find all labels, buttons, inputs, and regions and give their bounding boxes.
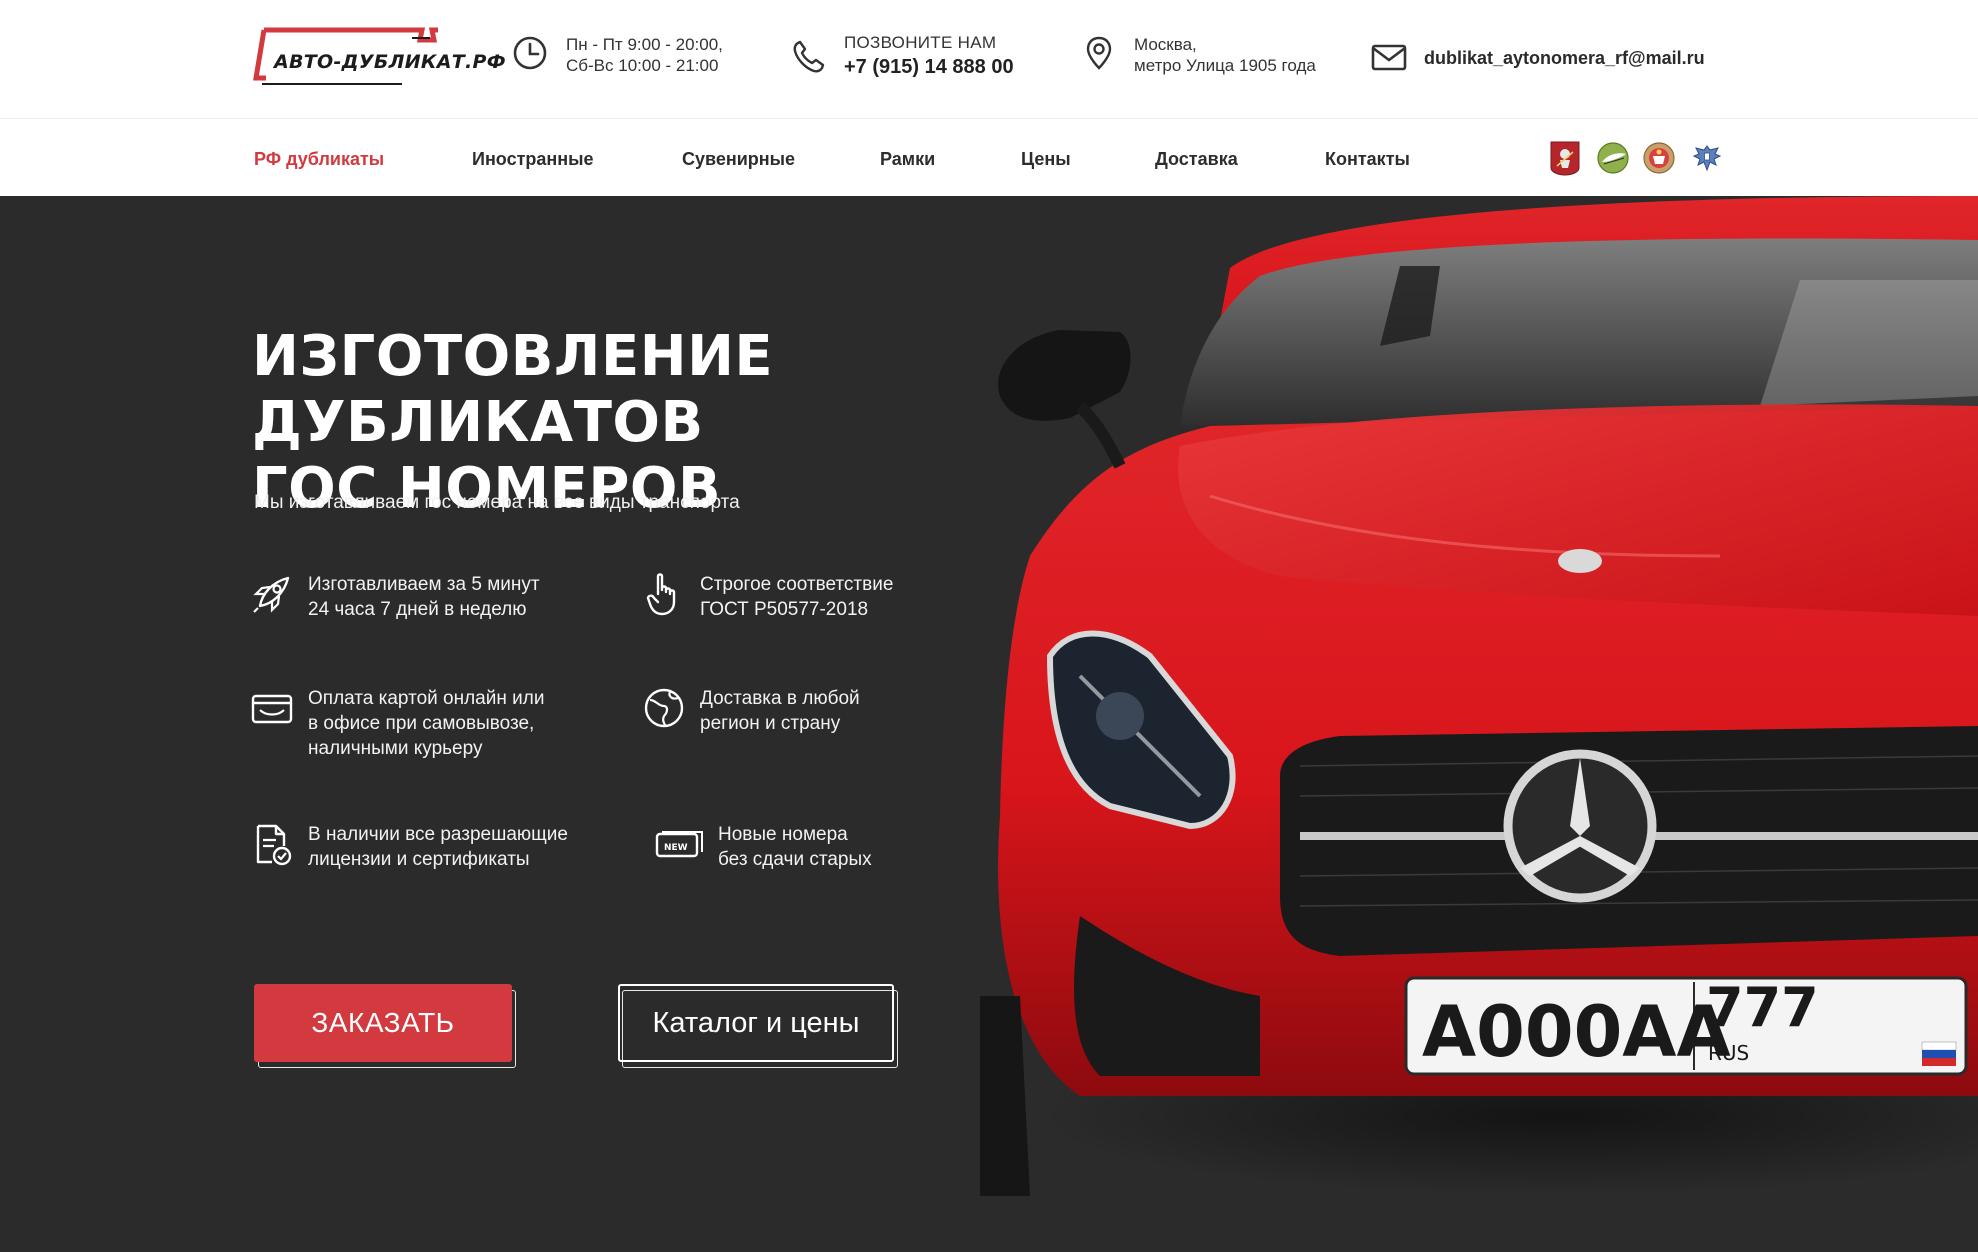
rocket-icon bbox=[253, 576, 290, 613]
feature-delivery: Доставка в любой регион и страну bbox=[642, 686, 860, 736]
new-badge: NEW bbox=[664, 843, 688, 853]
plate-region: 777 bbox=[1706, 976, 1819, 1039]
nav-item-souvenir[interactable]: Сувенирные bbox=[682, 149, 795, 170]
globe-icon bbox=[644, 688, 684, 728]
top-header: АВТО-ДУБЛИКАТ.РФ Пн - Пт 9:00 - 20:00, С… bbox=[0, 0, 1978, 118]
map-pin-icon bbox=[1086, 36, 1112, 70]
nav-item-delivery[interactable]: Доставка bbox=[1155, 149, 1238, 170]
nav-item-foreign[interactable]: Иностранные bbox=[472, 149, 594, 170]
mail-icon bbox=[1371, 44, 1407, 71]
email-block[interactable]: dublikat_aytonomera_rf@mail.ru bbox=[1370, 38, 1705, 78]
feature-licenses-line2: лицензии и сертификаты bbox=[308, 849, 530, 870]
clock-icon bbox=[513, 36, 547, 70]
phone-block[interactable]: ПОЗВОНИТЕ НАМ +7 (915) 14 888 00 bbox=[790, 32, 1014, 81]
nav-item-rf-duplicates[interactable]: РФ дубликаты bbox=[254, 149, 384, 170]
feature-payment: Оплата картой онлайн или в офисе при сам… bbox=[250, 686, 544, 761]
feature-licenses-line1: В наличии все разрешающие bbox=[308, 824, 568, 845]
moscow-emblem-icon bbox=[1550, 141, 1580, 176]
feature-fast-line2: 24 часа 7 дней в неделю bbox=[308, 599, 527, 620]
feature-new-plates-line1: Новые номера bbox=[718, 824, 848, 845]
feature-licenses: В наличии все разрешающие лицензии и сер… bbox=[250, 822, 568, 872]
catalog-button[interactable]: Каталог и цены bbox=[618, 984, 894, 1062]
green-emblem-icon bbox=[1597, 142, 1629, 174]
working-hours: Пн - Пт 9:00 - 20:00, Сб-Вс 10:00 - 21:0… bbox=[512, 34, 723, 76]
address-metro: метро Улица 1905 года bbox=[1134, 56, 1316, 75]
hours-weekend: Сб-Вс 10:00 - 21:00 bbox=[566, 56, 719, 75]
email-link[interactable]: dublikat_aytonomera_rf@mail.ru bbox=[1424, 38, 1705, 78]
nav-item-prices[interactable]: Цены bbox=[1021, 149, 1071, 170]
hero-subtitle: Мы изготавливаем гос номера на все виды … bbox=[254, 492, 740, 513]
nav-item-frames[interactable]: Рамки bbox=[880, 149, 935, 170]
main-nav: РФ дубликаты Иностранные Сувенирные Рамк… bbox=[0, 118, 1978, 196]
new-plate-icon: NEW bbox=[655, 831, 703, 858]
logo-text: АВТО-ДУБЛИКАТ.РФ bbox=[274, 51, 506, 73]
feature-payment-line2: в офисе при самовывозе, bbox=[308, 713, 535, 734]
plate-number: А000АА bbox=[1422, 991, 1731, 1073]
feature-delivery-line2: регион и страну bbox=[700, 713, 841, 734]
card-icon bbox=[251, 694, 293, 724]
feature-gost-line1: Строгое соответствие bbox=[700, 574, 894, 595]
feature-gost-line2: ГОСТ Р50577-2018 bbox=[700, 599, 869, 620]
address-block: Москва, метро Улица 1905 года bbox=[1080, 34, 1316, 76]
certificate-icon bbox=[256, 824, 292, 866]
phone-icon bbox=[793, 40, 825, 73]
nav-item-contacts[interactable]: Контакты bbox=[1325, 149, 1410, 170]
address-city: Москва, bbox=[1134, 35, 1197, 54]
phone-number[interactable]: +7 (915) 14 888 00 bbox=[844, 53, 1014, 81]
feature-delivery-line1: Доставка в любой bbox=[700, 688, 860, 709]
call-us-label: ПОЗВОНИТЕ НАМ bbox=[844, 33, 997, 52]
hero-title-line1: ИЗГОТОВЛЕНИЕ ДУБЛИКАТОВ bbox=[252, 324, 774, 455]
hero-section: А000АА 777 RUS ИЗГОТОВЛЕНИЕ ДУБЛИКАТОВ Г… bbox=[0, 196, 1978, 1252]
feature-new-plates-line2: без сдачи старых bbox=[718, 849, 872, 870]
feature-gost: Строгое соответствие ГОСТ Р50577-2018 bbox=[642, 572, 893, 622]
eagle-emblem-icon bbox=[1692, 145, 1722, 172]
hours-weekdays: Пн - Пт 9:00 - 20:00, bbox=[566, 35, 723, 54]
feature-fast-line1: Изготавливаем за 5 минут bbox=[308, 574, 540, 595]
gibdd-emblem-icon bbox=[1643, 142, 1675, 174]
feature-fast: Изготавливаем за 5 минут 24 часа 7 дней … bbox=[250, 572, 540, 622]
plate-country: RUS bbox=[1708, 1041, 1749, 1065]
feature-payment-line3: наличными курьеру bbox=[308, 738, 483, 759]
hand-pointer-icon bbox=[646, 573, 676, 616]
feature-payment-line1: Оплата картой онлайн или bbox=[308, 688, 545, 709]
logo[interactable]: АВТО-ДУБЛИКАТ.РФ bbox=[252, 26, 506, 92]
order-button[interactable]: ЗАКАЗАТЬ bbox=[254, 984, 512, 1062]
feature-new-plates: NEW Новые номера без сдачи старых bbox=[654, 822, 872, 872]
